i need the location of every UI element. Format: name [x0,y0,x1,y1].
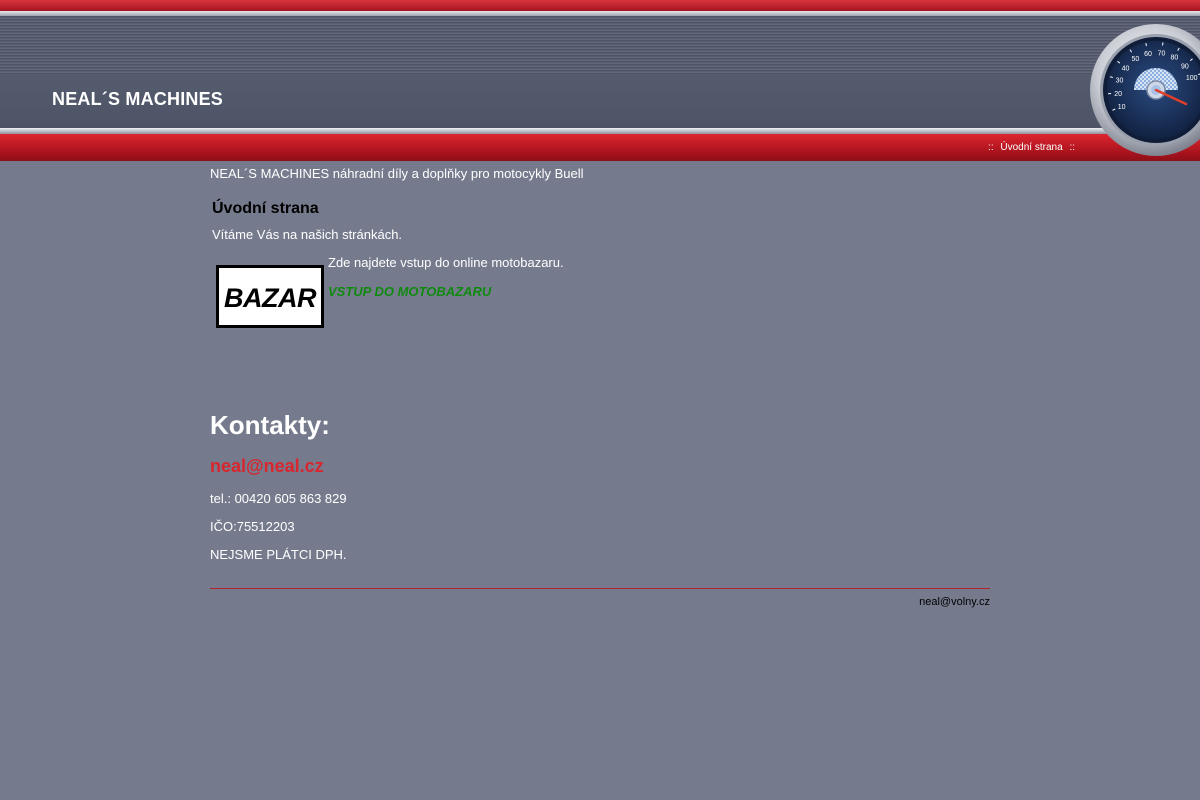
gauge-tick-label: 50 [1132,56,1140,63]
contact-phone: tel.: 00420 605 863 829 [210,491,347,506]
gauge-tick-label: 80 [1171,55,1179,62]
gauge-tick-label: 100 [1186,75,1198,82]
bazar-intro-text: Zde najdete vstup do online motobazaru. [328,255,564,270]
gauge-tick-mark [1145,42,1147,47]
site-tagline: NEAL´S MACHINES náhradní díly a doplňky … [210,166,584,181]
top-red-bar [0,0,1200,11]
bazar-logo-link[interactable]: BAZAR [216,265,324,328]
gauge-tick-label: 70 [1158,50,1166,57]
footer-email: neal@volny.cz [919,596,990,608]
bazar-entry-link[interactable]: VSTUP DO MOTOBAZARU [328,284,491,299]
gauge-tick-label: 90 [1181,63,1189,70]
bazar-logo-text: BAZAR [224,283,317,313]
nav-item-home[interactable]: Úvodní strana [1000,142,1062,153]
vat-note: NEJSME PLÁTCI DPH. [210,547,347,562]
gauge-tick-label: 60 [1144,51,1152,58]
main-nav: :: Úvodní strana :: [984,142,1079,153]
nav-separator: :: [988,142,994,153]
gauge-tick-label: 10 [1118,104,1126,111]
gauge-tick-mark [1162,42,1164,46]
page-title: Úvodní strana [212,200,319,217]
header-banner [0,16,1200,128]
contact-email-link[interactable]: neal@neal.cz [210,456,324,477]
bazar-logo: BAZAR [224,283,317,313]
site-title: NEAL´S MACHINES [52,89,224,109]
contact-ico: IČO:75512203 [210,519,295,534]
welcome-text: Vítáme Vás na našich stránkách. [212,227,403,242]
gauge-tick-label: 30 [1116,78,1124,85]
speedometer-icon: 102030405060 708090100 [1090,24,1200,156]
gauge-tick-label: 20 [1114,91,1122,98]
nav-separator: :: [1069,142,1075,153]
footer-divider [210,588,990,589]
gauge-tick-label: 40 [1122,65,1130,72]
contacts-title: Kontakty: [210,410,330,440]
